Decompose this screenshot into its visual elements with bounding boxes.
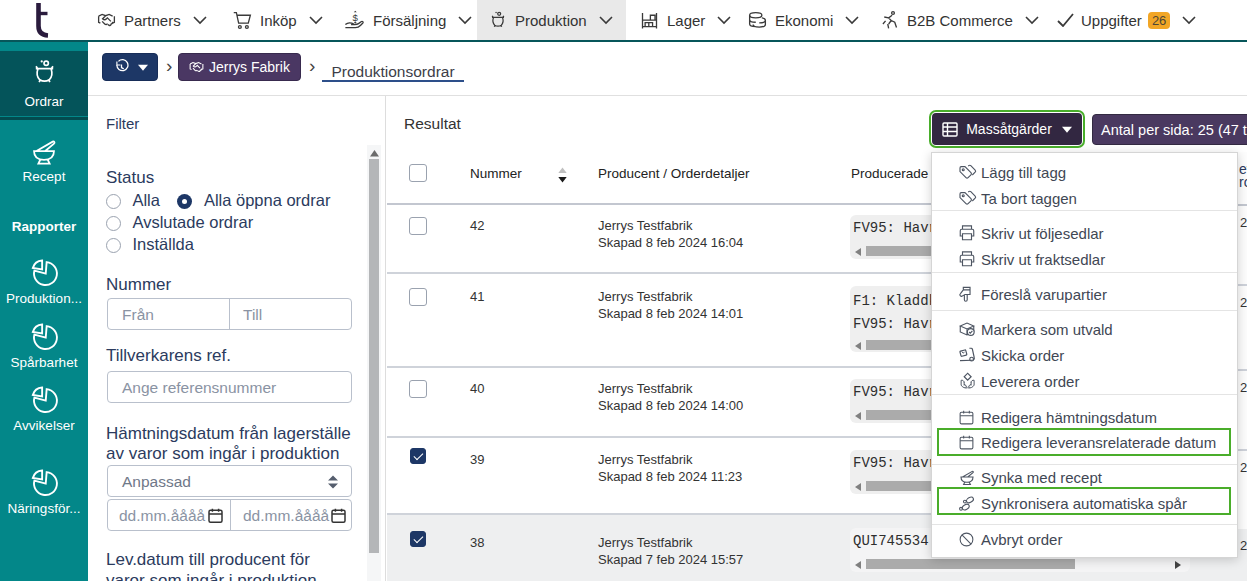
svg-text:$: $ [353,11,359,22]
